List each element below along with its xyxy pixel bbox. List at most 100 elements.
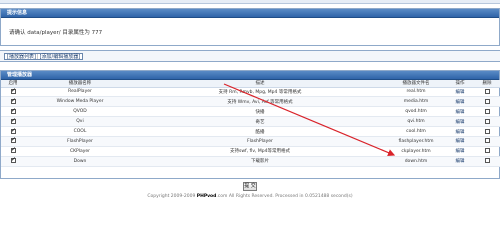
col-file: 播放器文件名 xyxy=(385,80,447,88)
add-edit-player-link[interactable]: [添加/编辑播放器] xyxy=(40,54,81,60)
cell-file: qvod.htm xyxy=(385,106,447,118)
col-delete: 删除 xyxy=(473,80,500,88)
enable-checkbox[interactable] xyxy=(10,87,16,95)
col-action: 操作 xyxy=(447,80,473,88)
cell-name-text: FlashPlayer xyxy=(67,138,93,144)
cell-file-text: cool.htm xyxy=(406,129,426,134)
table-row: Down 下载影片 down.htm 编辑 xyxy=(1,156,500,167)
cell-name: Window Meda Player xyxy=(25,96,135,108)
table-row: Window Meda Player 支持 Wmv, Avi, Asf 等常用格式… xyxy=(1,96,500,108)
delete-checkbox[interactable] xyxy=(484,158,490,164)
edit-link[interactable]: 编辑 xyxy=(456,149,465,154)
table-row: Qvi 奇艺 qvi.htm 编辑 xyxy=(1,116,500,128)
cell-action: 编辑 xyxy=(447,146,473,157)
cell-enabled xyxy=(1,156,25,167)
cell-name-text: Window Meda Player xyxy=(56,99,104,105)
cell-file: qvi.htm xyxy=(385,116,447,128)
edit-link[interactable]: 编辑 xyxy=(456,110,465,115)
cell-name-text: COOL xyxy=(73,129,87,134)
cell-name: QVOD xyxy=(25,106,135,118)
cell-name-text: CKPlayer xyxy=(69,148,91,154)
edit-link[interactable]: 编辑 xyxy=(456,90,465,95)
toolbar-links: [播放器列表]|[添加/编辑播放器] xyxy=(4,53,84,60)
edit-link[interactable]: 编辑 xyxy=(456,130,465,135)
cell-desc-text: 下载影片 xyxy=(251,159,269,165)
delete-checkbox[interactable] xyxy=(484,128,490,134)
cell-name-text: RealPlayer xyxy=(68,89,92,95)
cell-action: 编辑 xyxy=(447,126,473,137)
table-row: QVOD 快播 qvod.htm 编辑 xyxy=(1,106,500,118)
cell-enabled xyxy=(1,96,25,108)
cell-name: RealPlayer xyxy=(25,87,135,98)
cell-enabled xyxy=(1,126,25,137)
cell-desc-text: 奇艺 xyxy=(255,119,265,125)
cell-file-text: qvod.htm xyxy=(405,109,427,115)
manage-panel: 管理播放器 启用 播放器名称 描述 播放器文件名 操作 删除 RealPlaye… xyxy=(0,70,500,179)
cell-file: down.htm xyxy=(385,156,447,167)
cell-name-text: Down xyxy=(73,158,87,164)
cell-action: 编辑 xyxy=(447,96,473,108)
col-name: 播放器名称 xyxy=(25,80,135,88)
submit-button[interactable]: 提 交 xyxy=(243,182,257,191)
cell-delete xyxy=(473,116,500,128)
cell-delete xyxy=(473,87,500,98)
toolbar: [播放器列表]|[添加/编辑播放器] xyxy=(0,50,500,62)
table-row: CKPlayer 支持swf, flv, Mp4等常用格式 ckplayer.htm… xyxy=(1,146,500,157)
delete-checkbox[interactable] xyxy=(484,88,490,94)
col-desc: 描述 xyxy=(135,80,385,88)
player-list-link[interactable]: [播放器列表] xyxy=(7,54,36,60)
cell-delete xyxy=(473,106,500,118)
cell-enabled xyxy=(1,146,25,157)
cell-file-text: down.htm xyxy=(404,158,428,164)
enable-checkbox[interactable] xyxy=(10,107,16,115)
cell-name: Qvi xyxy=(25,116,135,128)
cell-desc: 奇艺 xyxy=(135,116,385,128)
footer: Copyright 2009-2009 PHPvod.com All Right… xyxy=(0,194,500,199)
edit-link[interactable]: 编辑 xyxy=(456,159,465,164)
cell-desc-text: 快播 xyxy=(255,109,265,115)
delete-checkbox[interactable] xyxy=(484,148,490,154)
table-row: COOL 酷播 cool.htm 编辑 xyxy=(1,126,500,137)
cell-action: 编辑 xyxy=(447,116,473,128)
cell-desc-text: 支持 Wmv, Avi, Asf 等常用格式 xyxy=(227,99,293,105)
enable-checkbox[interactable] xyxy=(10,117,16,125)
edit-link[interactable]: 编辑 xyxy=(456,120,465,125)
manage-header: 管理播放器 xyxy=(1,71,499,80)
cell-desc: 下载影片 xyxy=(135,156,385,167)
cell-enabled xyxy=(1,87,25,98)
cell-delete xyxy=(473,146,500,157)
cell-file: real.htm xyxy=(385,87,447,98)
cell-file-text: qvi.htm xyxy=(407,119,425,125)
players-table: 启用 播放器名称 描述 播放器文件名 操作 删除 RealPlayer 支持 Rm… xyxy=(1,80,500,167)
cell-desc: 支持 Rm, Rmvb, Mpg, Mp4 等常用格式 xyxy=(135,87,385,98)
delete-checkbox[interactable] xyxy=(484,138,490,144)
cell-desc-text: 酷播 xyxy=(255,129,265,135)
notice-panel: 提示信息 请确认 data/player/ 目录属性为 777 xyxy=(0,8,500,46)
edit-link[interactable]: 编辑 xyxy=(456,139,465,144)
delete-checkbox[interactable] xyxy=(484,108,490,114)
footer-prefix: Copyright 2009-2009 xyxy=(147,194,196,199)
enable-checkbox[interactable] xyxy=(10,127,16,135)
enable-checkbox[interactable] xyxy=(10,146,16,154)
cell-name: FlashPlayer xyxy=(25,136,135,147)
cell-enabled xyxy=(1,106,25,118)
cell-desc: 支持swf, flv, Mp4等常用格式 xyxy=(135,146,385,157)
enable-checkbox[interactable] xyxy=(10,97,16,105)
table-row: RealPlayer 支持 Rm, Rmvb, Mpg, Mp4 等常用格式 rea… xyxy=(1,87,500,98)
cell-delete xyxy=(473,156,500,167)
cell-desc-text: 支持 Rm, Rmvb, Mpg, Mp4 等常用格式 xyxy=(218,89,302,95)
footer-suffix: .com All Rights Reserved. Processed in 0… xyxy=(216,194,353,199)
cell-action: 编辑 xyxy=(447,136,473,147)
enable-checkbox[interactable] xyxy=(10,156,16,164)
cell-desc: 支持 Wmv, Avi, Asf 等常用格式 xyxy=(135,96,385,108)
cell-enabled xyxy=(1,116,25,128)
cell-desc: 快播 xyxy=(135,106,385,118)
cell-name: COOL xyxy=(25,126,135,137)
cell-desc: 酷播 xyxy=(135,126,385,137)
delete-checkbox[interactable] xyxy=(484,118,490,124)
edit-link[interactable]: 编辑 xyxy=(456,100,465,105)
delete-checkbox[interactable] xyxy=(484,98,490,104)
cell-name: CKPlayer xyxy=(25,146,135,157)
enable-checkbox[interactable] xyxy=(10,136,16,144)
notice-message: 请确认 data/player/ 目录属性为 777 xyxy=(9,30,103,36)
